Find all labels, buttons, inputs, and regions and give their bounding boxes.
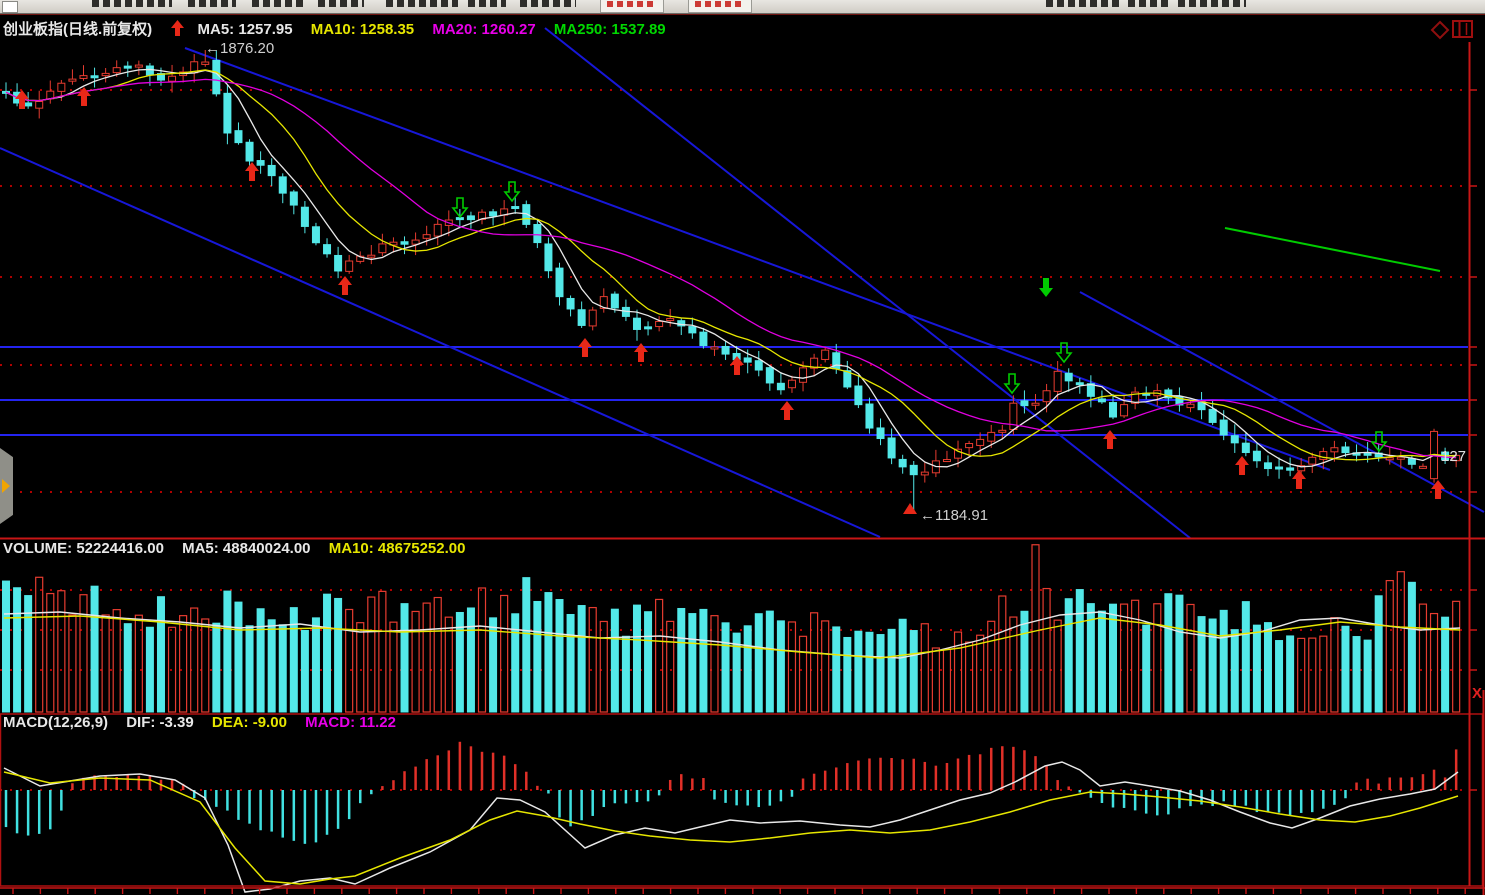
low-price-label: ←1184.91 bbox=[920, 507, 988, 524]
volume-region[interactable] bbox=[0, 539, 1485, 713]
macd-header: MACD(12,26,9) DIF: -3.39 DEA: -9.00 MACD… bbox=[3, 714, 410, 731]
ma20-value: MA20: 1260.27 bbox=[432, 21, 535, 38]
dif-value: DIF: -3.39 bbox=[126, 714, 194, 731]
close-pane-button[interactable]: X bbox=[1472, 685, 1485, 701]
ma10-value: MA10: 1258.35 bbox=[311, 21, 414, 38]
volume-header: VOLUME: 52224416.00 MA5: 48840024.00 MA1… bbox=[3, 540, 479, 557]
dea-value: DEA: -9.00 bbox=[212, 714, 287, 731]
up-arrow-icon bbox=[170, 20, 185, 37]
symbol-title: 创业板指(日线.前复权) bbox=[3, 21, 152, 38]
main-chart-header: 创业板指(日线.前复权) MA5: 1257.95 MA10: 1258.35 … bbox=[3, 18, 680, 39]
ma5-value: MA5: 1257.95 bbox=[198, 21, 293, 38]
trading-app-window: 创业板指(日线.前复权) MA5: 1257.95 MA10: 1258.35 … bbox=[0, 0, 1485, 895]
panel-expand-handle[interactable] bbox=[0, 448, 13, 524]
macd-name: MACD(12,26,9) bbox=[3, 714, 108, 731]
macd-value: MACD: 11.22 bbox=[305, 714, 396, 731]
high-price-label: ←1876.20 bbox=[205, 40, 274, 57]
volume-ma10-value: MA10: 48675252.00 bbox=[329, 540, 466, 557]
last-price-label: 127 bbox=[1441, 448, 1466, 465]
volume-value: VOLUME: 52224416.00 bbox=[3, 540, 164, 557]
ma250-value: MA250: 1537.89 bbox=[554, 21, 666, 38]
macd-region[interactable] bbox=[0, 714, 1485, 886]
expand-arrow-icon bbox=[2, 479, 10, 493]
main-chart-region[interactable] bbox=[0, 15, 1485, 537]
volume-ma5-value: MA5: 48840024.00 bbox=[182, 540, 310, 557]
